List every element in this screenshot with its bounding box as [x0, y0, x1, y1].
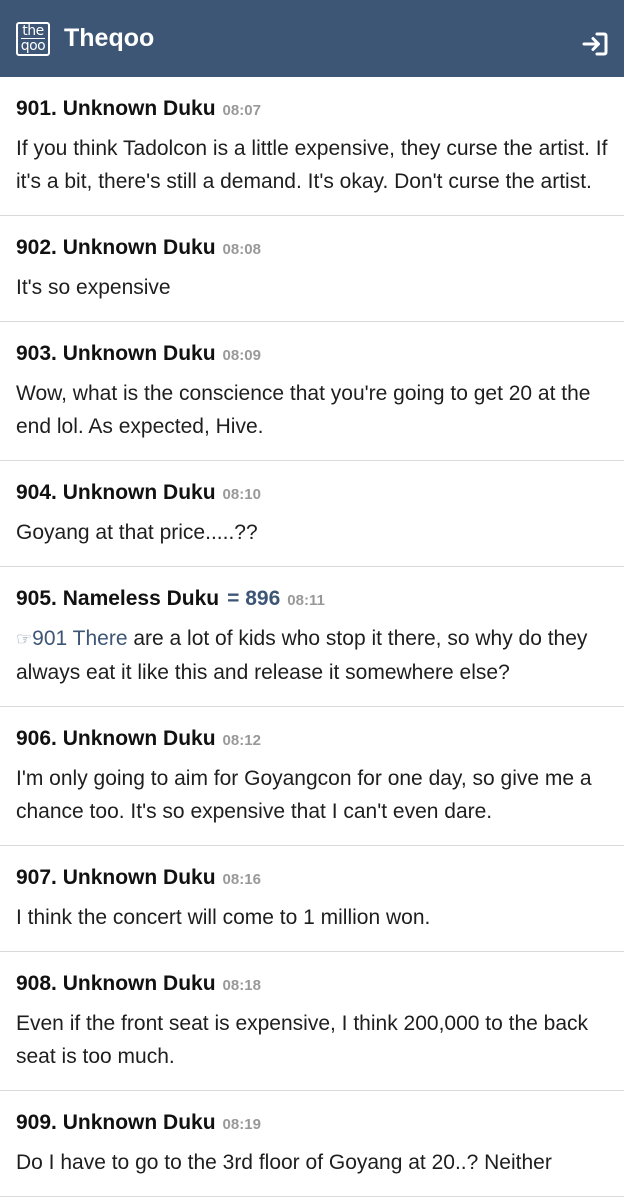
comment-author[interactable]: Unknown Duku — [63, 1110, 216, 1136]
comment-header: 909. Unknown Duku 08:19 — [16, 1110, 608, 1138]
comment-number: 907. — [16, 866, 57, 889]
mention-link[interactable]: 901 There — [32, 627, 127, 650]
comment-number: 905. — [16, 587, 57, 610]
comment-item: 908. Unknown Duku 08:18 Even if the fron… — [0, 952, 624, 1091]
comment-number: 906. — [16, 727, 57, 750]
theqoo-logo-icon[interactable]: the qoo — [16, 21, 50, 56]
comment-item: 901. Unknown Duku 08:07 If you think Tad… — [0, 77, 624, 216]
comment-number: 901. — [16, 97, 57, 120]
comment-time: 08:10 — [222, 486, 261, 503]
comment-number: 908. — [16, 972, 57, 995]
comment-time: 08:18 — [222, 977, 261, 994]
comment-header: 906. Unknown Duku 08:12 — [16, 726, 608, 754]
comment-author[interactable]: Unknown Duku — [63, 480, 216, 506]
logo-text-bottom: qoo — [20, 37, 46, 54]
comment-body: If you think Tadolcon is a little expens… — [16, 137, 608, 193]
comment-author[interactable]: Unknown Duku — [63, 341, 216, 367]
comment-item: 904. Unknown Duku 08:10 Goyang at that p… — [0, 461, 624, 567]
comment-time: 08:07 — [222, 102, 261, 119]
comment-header: 902. Unknown Duku 08:08 — [16, 235, 608, 263]
comment-header: 904. Unknown Duku 08:10 — [16, 480, 608, 508]
comment-body: It's so expensive — [16, 276, 171, 299]
comment-item: 909. Unknown Duku 08:19 Do I have to go … — [0, 1091, 624, 1197]
login-arrow-icon[interactable] — [582, 32, 608, 56]
comment-header: 907. Unknown Duku 08:16 — [16, 865, 608, 893]
comment-time: 08:19 — [222, 1116, 261, 1133]
comment-number: 909. — [16, 1111, 57, 1134]
comment-time: 08:12 — [222, 732, 261, 749]
comment-item: 906. Unknown Duku 08:12 I'm only going t… — [0, 707, 624, 846]
logo-text-top: the — [22, 22, 44, 39]
pointing-hand-icon: ☞ — [16, 629, 33, 649]
comment-item: 902. Unknown Duku 08:08 It's so expensiv… — [0, 216, 624, 322]
comment-number: 903. — [16, 342, 57, 365]
comment-header: 901. Unknown Duku 08:07 — [16, 96, 608, 124]
comment-header: 908. Unknown Duku 08:18 — [16, 971, 608, 999]
comment-item: 907. Unknown Duku 08:16 I think the conc… — [0, 846, 624, 952]
comment-item: 903. Unknown Duku 08:09 Wow, what is the… — [0, 322, 624, 461]
comment-list: 901. Unknown Duku 08:07 If you think Tad… — [0, 77, 624, 1197]
comment-author[interactable]: Unknown Duku — [63, 96, 216, 122]
comment-body: Wow, what is the conscience that you're … — [16, 382, 591, 438]
comment-header: 903. Unknown Duku 08:09 — [16, 341, 608, 369]
comment-header: 905. Nameless Duku = 896 08:11 — [16, 586, 608, 614]
comment-author[interactable]: Unknown Duku — [63, 865, 216, 891]
comment-author[interactable]: Unknown Duku — [63, 971, 216, 997]
comment-body: I think the concert will come to 1 milli… — [16, 906, 431, 929]
comment-body: Do I have to go to the 3rd floor of Goya… — [16, 1151, 552, 1174]
comment-body: Even if the front seat is expensive, I t… — [16, 1012, 589, 1068]
comment-number: 902. — [16, 236, 57, 259]
top-navigation-bar: the qoo Theqoo — [0, 0, 624, 77]
comment-number: 904. — [16, 481, 57, 504]
comment-time: 08:11 — [287, 592, 325, 609]
comment-time: 08:09 — [222, 347, 261, 364]
comment-body: Goyang at that price.....?? — [16, 521, 258, 544]
reply-reference-link[interactable]: = 896 — [227, 586, 280, 612]
comment-author[interactable]: Unknown Duku — [63, 726, 216, 752]
comment-body: I'm only going to aim for Goyangcon for … — [16, 767, 592, 823]
comment-author[interactable]: Unknown Duku — [63, 235, 216, 261]
comment-body: ☞901 There are a lot of kids who stop it… — [16, 622, 608, 689]
site-title[interactable]: Theqoo — [64, 24, 154, 53]
comment-item: 905. Nameless Duku = 896 08:11 ☞901 Ther… — [0, 567, 624, 707]
comment-time: 08:08 — [222, 241, 261, 258]
comment-author[interactable]: Nameless Duku — [63, 586, 219, 612]
comment-time: 08:16 — [222, 871, 261, 888]
